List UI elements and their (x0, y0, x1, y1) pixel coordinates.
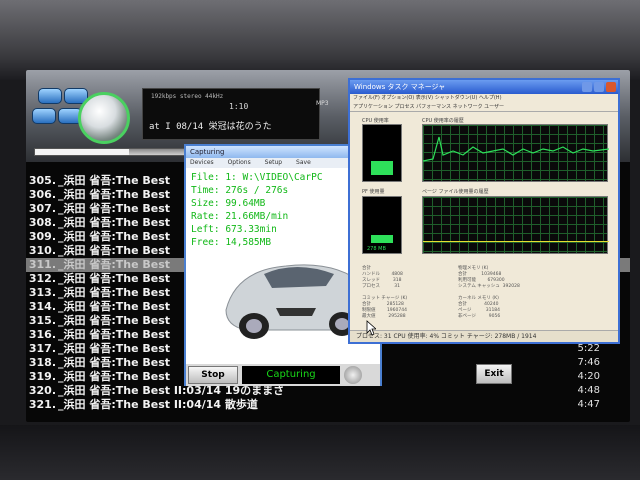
track-title: at I 08/14 栄冠は花のうた (149, 122, 272, 132)
volume-dial[interactable] (78, 92, 130, 144)
cpu-usage-bar (371, 161, 393, 175)
monitor-bezel-bottom (0, 425, 640, 480)
playlist-item-title: _浜田 省吾:The Best (58, 202, 171, 215)
track-display: 192kbps stereo 44kHz 1:10 at I 08/14 栄冠は… (142, 88, 320, 140)
menu-save[interactable]: Save (296, 159, 311, 166)
playlist-item-title: _浜田 省吾:The Best (58, 230, 171, 243)
playlist-item[interactable]: 321. _浜田 省吾:The Best II:04/14 散歩道 4:47 (26, 398, 630, 412)
playlist-item-number: 311. (28, 258, 56, 271)
cpu-usage-label: CPU 使用率 (362, 118, 389, 124)
playlist-item-title: _浜田 省吾:The Best II:04/14 散歩道 (58, 398, 258, 411)
commit-charge-stats-block: コミット チャージ (K) 合計 285128 制限値 1960744 最大値 … (362, 296, 408, 319)
playlist-item-number: 309. (28, 230, 56, 243)
playlist-item-number: 317. (28, 342, 56, 355)
record-knob[interactable] (344, 366, 362, 384)
playlist-item-number: 315. (28, 314, 56, 327)
menu-setup[interactable]: Setup (265, 159, 282, 166)
maximize-button[interactable] (594, 82, 604, 92)
bitrate-info: 192kbps stereo 44kHz (151, 93, 224, 100)
task-manager-tabs[interactable]: アプリケーション プロセス パフォーマンス ネットワーク ユーザー (350, 103, 618, 112)
capture-title: Capturing (190, 148, 225, 156)
menu-options[interactable]: Options (228, 159, 251, 166)
pf-usage-label: PF 使用量 (362, 189, 385, 195)
monitor-bezel-top (0, 0, 640, 80)
playlist-item-number: 310. (28, 244, 56, 257)
playlist-item-number: 307. (28, 202, 56, 215)
playlist-item-number: 306. (28, 188, 56, 201)
playlist-item-number: 318. (28, 356, 56, 369)
pf-history-line (423, 241, 609, 242)
menu-devices[interactable]: Devices (190, 159, 214, 166)
playlist-item-title: _浜田 省吾:The Best (58, 300, 171, 313)
playlist-item-duration: 4:48 (577, 385, 600, 396)
pf-usage-value: 278 MB (367, 246, 386, 252)
playlist-item-title: _浜田 省吾:The Best (58, 188, 171, 201)
playlist-item-duration: 7:46 (577, 357, 600, 368)
playlist-item-title: _浜田 省吾:The Best (58, 174, 171, 187)
playlist-item-number: 316. (28, 328, 56, 341)
playlist-item-number: 312. (28, 272, 56, 285)
playlist-item-number: 308. (28, 216, 56, 229)
elapsed-time: 1:10 (229, 102, 249, 111)
totals-stats-block: 合計 ハンドル 4808 スレッド 318 プロセス 31 (362, 266, 403, 289)
capture-status: Capturing (242, 366, 340, 384)
pf-usage-meter: 278 MB (362, 196, 402, 254)
playlist-item-duration: 4:47 (577, 399, 600, 410)
cpu-history-line (423, 136, 609, 162)
playlist-item-title: _浜田 省吾:The Best (58, 314, 171, 327)
task-manager-menu[interactable]: ファイル(F) オプション(O) 表示(V) シャットダウン(U) ヘルプ(H) (350, 94, 618, 103)
seek-bar-fill (35, 149, 130, 155)
physical-memory-stats-block: 物理メモリ (K) 合計 1039468 利用可能 679300 システム キャ… (458, 266, 520, 289)
playlist-item-title: _浜田 省吾:The Best (58, 286, 171, 299)
minimize-button[interactable] (582, 82, 592, 92)
exit-button[interactable]: Exit (476, 364, 512, 384)
playlist-item-number: 319. (28, 370, 56, 383)
cpu-history-label: CPU 使用率の履歴 (422, 118, 464, 124)
pf-history-label: ページ ファイル使用量の履歴 (422, 189, 489, 195)
task-manager-window: Windows タスク マネージャ ファイル(F) オプション(O) 表示(V)… (348, 78, 620, 344)
stop-button[interactable]: Stop (188, 366, 238, 384)
playlist-item-title: _浜田 省吾:The Best (58, 216, 171, 229)
playlist-item-number: 320. (28, 384, 56, 397)
playlist-item-number: 321. (28, 398, 56, 411)
playlist-item[interactable]: 320. _浜田 省吾:The Best II:03/14 19のままさ 4:48 (26, 384, 630, 398)
format-label: MP3 (316, 100, 329, 107)
cpu-history-graph (422, 124, 609, 182)
prev-button[interactable] (32, 108, 56, 124)
car-pc-screen: 192kbps stereo 44kHz 1:10 at I 08/14 栄冠は… (26, 70, 630, 422)
playlist-item-title: _浜田 省吾:The Best (58, 356, 171, 369)
capture-controls: Stop Capturing (186, 364, 380, 386)
pf-usage-bar (371, 235, 393, 243)
close-button[interactable] (606, 82, 616, 92)
playlist-item-title: _浜田 省吾:The Best (58, 244, 171, 257)
kernel-memory-stats-block: カーネル メモリ (K) 合計 40240 ページ 31184 非ページ 905… (458, 296, 501, 319)
playlist-item-duration: 5:22 (577, 343, 600, 354)
task-manager-title-bar[interactable]: Windows タスク マネージャ (350, 80, 618, 94)
playlist-item-duration: 4:20 (577, 371, 600, 382)
pf-history-graph (422, 196, 609, 254)
playlist-item-title: _浜田 省吾:The Best (58, 328, 171, 341)
playlist-item-number: 314. (28, 300, 56, 313)
cpu-usage-meter (362, 124, 402, 182)
task-manager-title: Windows タスク マネージャ (354, 83, 446, 91)
mouse-pointer-icon (366, 320, 376, 336)
playlist-item-title: _浜田 省吾:The Best (58, 370, 171, 383)
playlist-item-number: 305. (28, 174, 56, 187)
playlist-item-title: _浜田 省吾:The Best (58, 272, 171, 285)
playlist-item-title: _浜田 省吾:The Best (58, 342, 171, 355)
play-button[interactable] (38, 88, 62, 104)
exit-label: Exit (484, 369, 504, 379)
task-manager-status-bar: プロセス: 31 CPU 使用率: 4% コミット チャージ: 278MB / … (350, 330, 618, 342)
playlist-item-title: _浜田 省吾:The Best (58, 258, 171, 271)
playlist-item-number: 313. (28, 286, 56, 299)
